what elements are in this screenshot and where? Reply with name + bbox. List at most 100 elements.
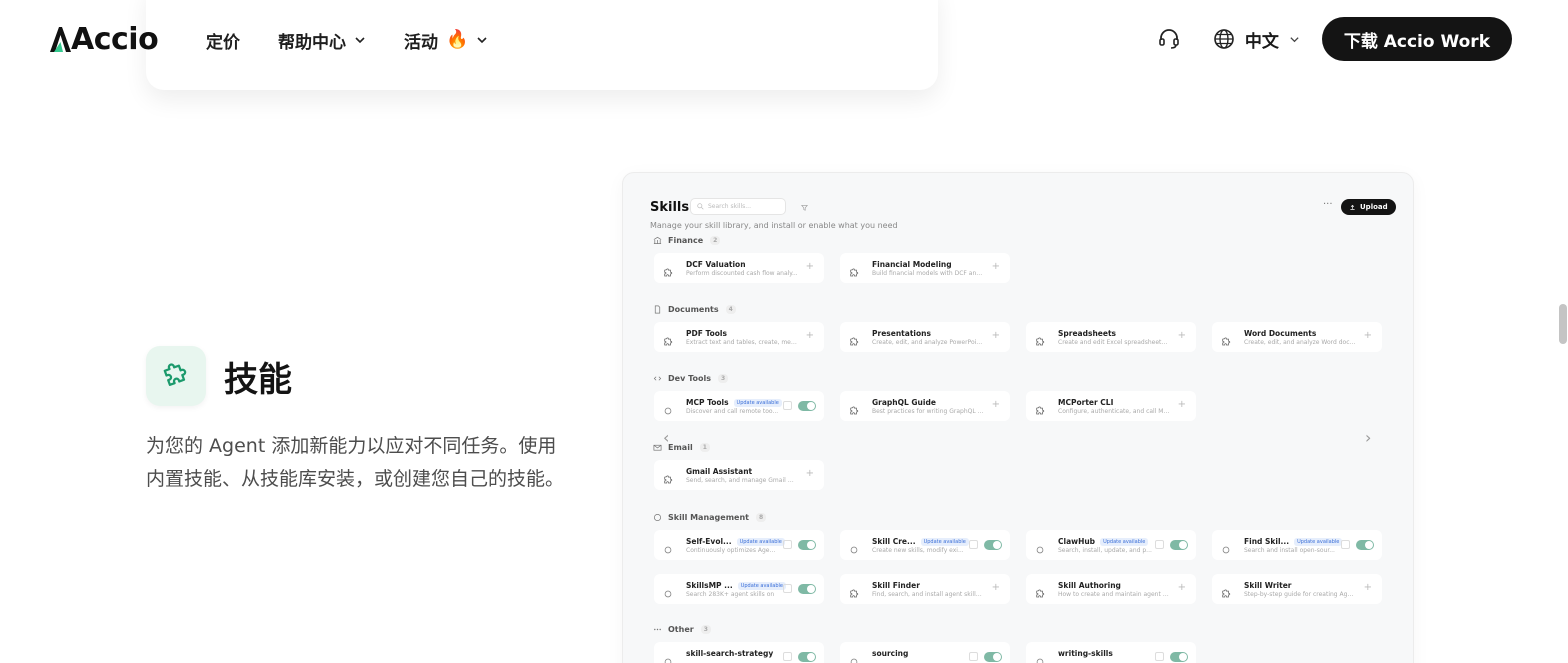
skill-toggle[interactable] [798, 584, 816, 594]
skill-card[interactable]: SkillsMP ... Update available Search 283K+… [654, 574, 824, 604]
skill-description: Create new skills, modify exi... [872, 547, 964, 554]
settings-icon[interactable] [783, 652, 792, 661]
skill-name: MCP Tools Update available [686, 398, 782, 407]
skill-name-text: ClawHub [1058, 537, 1096, 546]
skill-name: Self-Evol... Update available [686, 537, 785, 546]
more-options-icon[interactable]: ··· [1323, 199, 1333, 210]
add-skill-icon[interactable]: + [992, 400, 1000, 410]
skill-card[interactable]: PDF Tools Extract text and tables, create… [654, 322, 824, 352]
skill-card[interactable]: Spreadsheets Create and edit Excel spread… [1026, 322, 1196, 352]
skill-description: Find, search, and install agent skills f… [872, 591, 984, 598]
skill-name-text: Self-Evol... [686, 537, 732, 546]
skill-name-text: Spreadsheets [1058, 329, 1117, 338]
settings-icon[interactable] [1155, 652, 1164, 661]
add-skill-icon[interactable]: + [1178, 331, 1186, 341]
settings-icon[interactable] [1341, 540, 1350, 549]
skill-toggle[interactable] [1356, 540, 1374, 550]
settings-icon[interactable] [783, 401, 792, 410]
page-scrollbar[interactable] [1559, 304, 1567, 344]
skill-toggle[interactable] [984, 652, 1002, 662]
skill-toggle[interactable] [798, 540, 816, 550]
nav-help-center[interactable]: 帮助中心 [278, 28, 366, 53]
settings-icon[interactable] [783, 540, 792, 549]
skill-card[interactable]: Skill Writer Step-by-step guide for creat… [1212, 574, 1382, 604]
update-badge: Update available [1100, 537, 1149, 546]
language-selector[interactable]: 中文 [1213, 27, 1300, 52]
skill-card[interactable]: MCP Tools Update available Discover and ca… [654, 391, 824, 421]
puzzle-icon [1035, 584, 1045, 598]
skill-card[interactable]: Skill Finder Find, search, and install ag… [840, 574, 1010, 604]
nav-events[interactable]: 活动 🔥 [404, 28, 488, 53]
skill-card[interactable]: Presentations Create, edit, and analyze P… [840, 322, 1010, 352]
skill-toggle[interactable] [798, 652, 816, 662]
settings-icon[interactable] [783, 584, 792, 593]
skill-card[interactable]: Skill Authoring How to create and maintai… [1026, 574, 1196, 604]
chevron-down-icon [355, 37, 365, 44]
skill-card[interactable]: Word Documents Create, edit, and analyze … [1212, 322, 1382, 352]
add-skill-icon[interactable]: + [992, 583, 1000, 593]
download-accio-work-button[interactable]: 下载 Accio Work [1321, 17, 1512, 61]
add-skill-icon[interactable]: + [806, 262, 814, 272]
skill-card[interactable]: Find Skil... Update available Search and i… [1212, 530, 1382, 560]
headset-support-icon[interactable] [1157, 27, 1181, 51]
skill-card[interactable]: MCPorter CLI Configure, authenticate, and… [1026, 391, 1196, 421]
mail-icon [653, 443, 662, 452]
accio-logo[interactable]: Accio [48, 22, 159, 57]
section-count: 3 [700, 625, 711, 634]
add-skill-icon[interactable]: + [1364, 331, 1372, 341]
skill-card[interactable]: skill-search-strategy [654, 642, 824, 663]
skill-toggle[interactable] [984, 540, 1002, 550]
search-placeholder: Search skills... [708, 203, 751, 210]
status-dot-icon [1221, 540, 1231, 554]
skill-card[interactable]: Self-Evol... Update available Continuously… [654, 530, 824, 560]
add-skill-icon[interactable]: + [992, 331, 1000, 341]
add-skill-icon[interactable]: + [1364, 583, 1372, 593]
skill-name-text: MCP Tools [686, 398, 729, 407]
status-dot-icon [663, 652, 673, 663]
skill-name-text: Skill Writer [1244, 581, 1292, 590]
skill-card[interactable]: writing-skills [1026, 642, 1196, 663]
filter-icon[interactable] [801, 204, 808, 211]
add-skill-icon[interactable]: + [992, 262, 1000, 272]
skill-card[interactable]: GraphQL Guide Best practices for writing … [840, 391, 1010, 421]
skill-name-text: SkillsMP ... [686, 581, 733, 590]
skill-toggle[interactable] [1170, 652, 1188, 662]
add-skill-icon[interactable]: + [806, 331, 814, 341]
nav-label: 帮助中心 [278, 32, 346, 53]
skill-name-text: Find Skil... [1244, 537, 1290, 546]
settings-icon[interactable] [969, 540, 978, 549]
skill-toggle[interactable] [798, 401, 816, 411]
skill-name-text: Skill Finder [872, 581, 920, 590]
settings-icon[interactable] [969, 652, 978, 661]
skill-card[interactable]: Gmail Assistant Send, search, and manage … [654, 460, 824, 490]
skills-feature-icon [146, 346, 206, 406]
skill-card[interactable]: ClawHub Update available Search, install, … [1026, 530, 1196, 560]
add-skill-icon[interactable]: + [1178, 583, 1186, 593]
header-actions: 中文 下载 Accio Work [1157, 17, 1512, 61]
skill-name: Skill Cre... Update available [872, 537, 969, 546]
section-count: 3 [717, 374, 729, 383]
skill-card[interactable]: sourcing [840, 642, 1010, 663]
nav-pricing[interactable]: 定价 [206, 28, 240, 53]
upload-button[interactable]: Upload [1341, 199, 1396, 215]
skills-search-input[interactable]: Search skills... [690, 198, 786, 215]
skill-card[interactable]: DCF Valuation Perform discounted cash flo… [654, 253, 824, 283]
skill-name-text: GraphQL Guide [872, 398, 936, 407]
site-header: Accio 定价 帮助中心 活动 🔥 中文 下载 Accio Work [0, 0, 1568, 80]
chevron-right-icon[interactable]: › [1365, 428, 1371, 447]
section-header: Other 3 [653, 625, 711, 634]
puzzle-icon [163, 363, 187, 386]
settings-icon[interactable] [1155, 540, 1164, 549]
skill-name-text: sourcing [872, 649, 909, 658]
update-badge: Update available [736, 537, 785, 546]
skill-toggle[interactable] [1170, 540, 1188, 550]
add-skill-icon[interactable]: + [1178, 400, 1186, 410]
skill-card[interactable]: Financial Modeling Build financial models… [840, 253, 1010, 283]
puzzle-icon [849, 263, 859, 277]
add-skill-icon[interactable]: + [806, 469, 814, 479]
skill-card[interactable]: Skill Cre... Update available Create new s… [840, 530, 1010, 560]
section-header: Dev Tools 3 [653, 374, 729, 383]
skill-name: GraphQL Guide [872, 398, 936, 407]
skill-name: DCF Valuation [686, 260, 746, 269]
skill-name: PDF Tools [686, 329, 727, 338]
